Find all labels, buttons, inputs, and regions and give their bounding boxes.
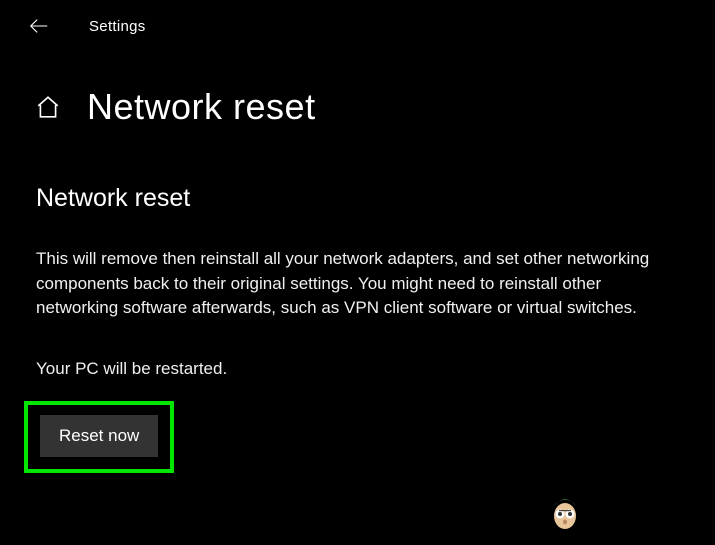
content-area: Network reset This will remove then rein… — [0, 128, 715, 473]
page-title-row: Network reset — [0, 38, 715, 128]
app-title: Settings — [89, 18, 146, 35]
page-title: Network reset — [87, 86, 316, 128]
mascot-icon — [545, 486, 585, 537]
back-arrow-icon[interactable] — [27, 14, 51, 38]
restart-note: Your PC will be restarted. — [36, 359, 679, 379]
title-bar: Settings — [0, 0, 715, 38]
reset-now-button[interactable]: Reset now — [40, 415, 158, 457]
description-text: This will remove then reinstall all your… — [36, 247, 676, 321]
home-icon[interactable] — [35, 94, 61, 120]
section-heading: Network reset — [36, 184, 679, 213]
reset-highlight-box: Reset now — [24, 401, 174, 473]
